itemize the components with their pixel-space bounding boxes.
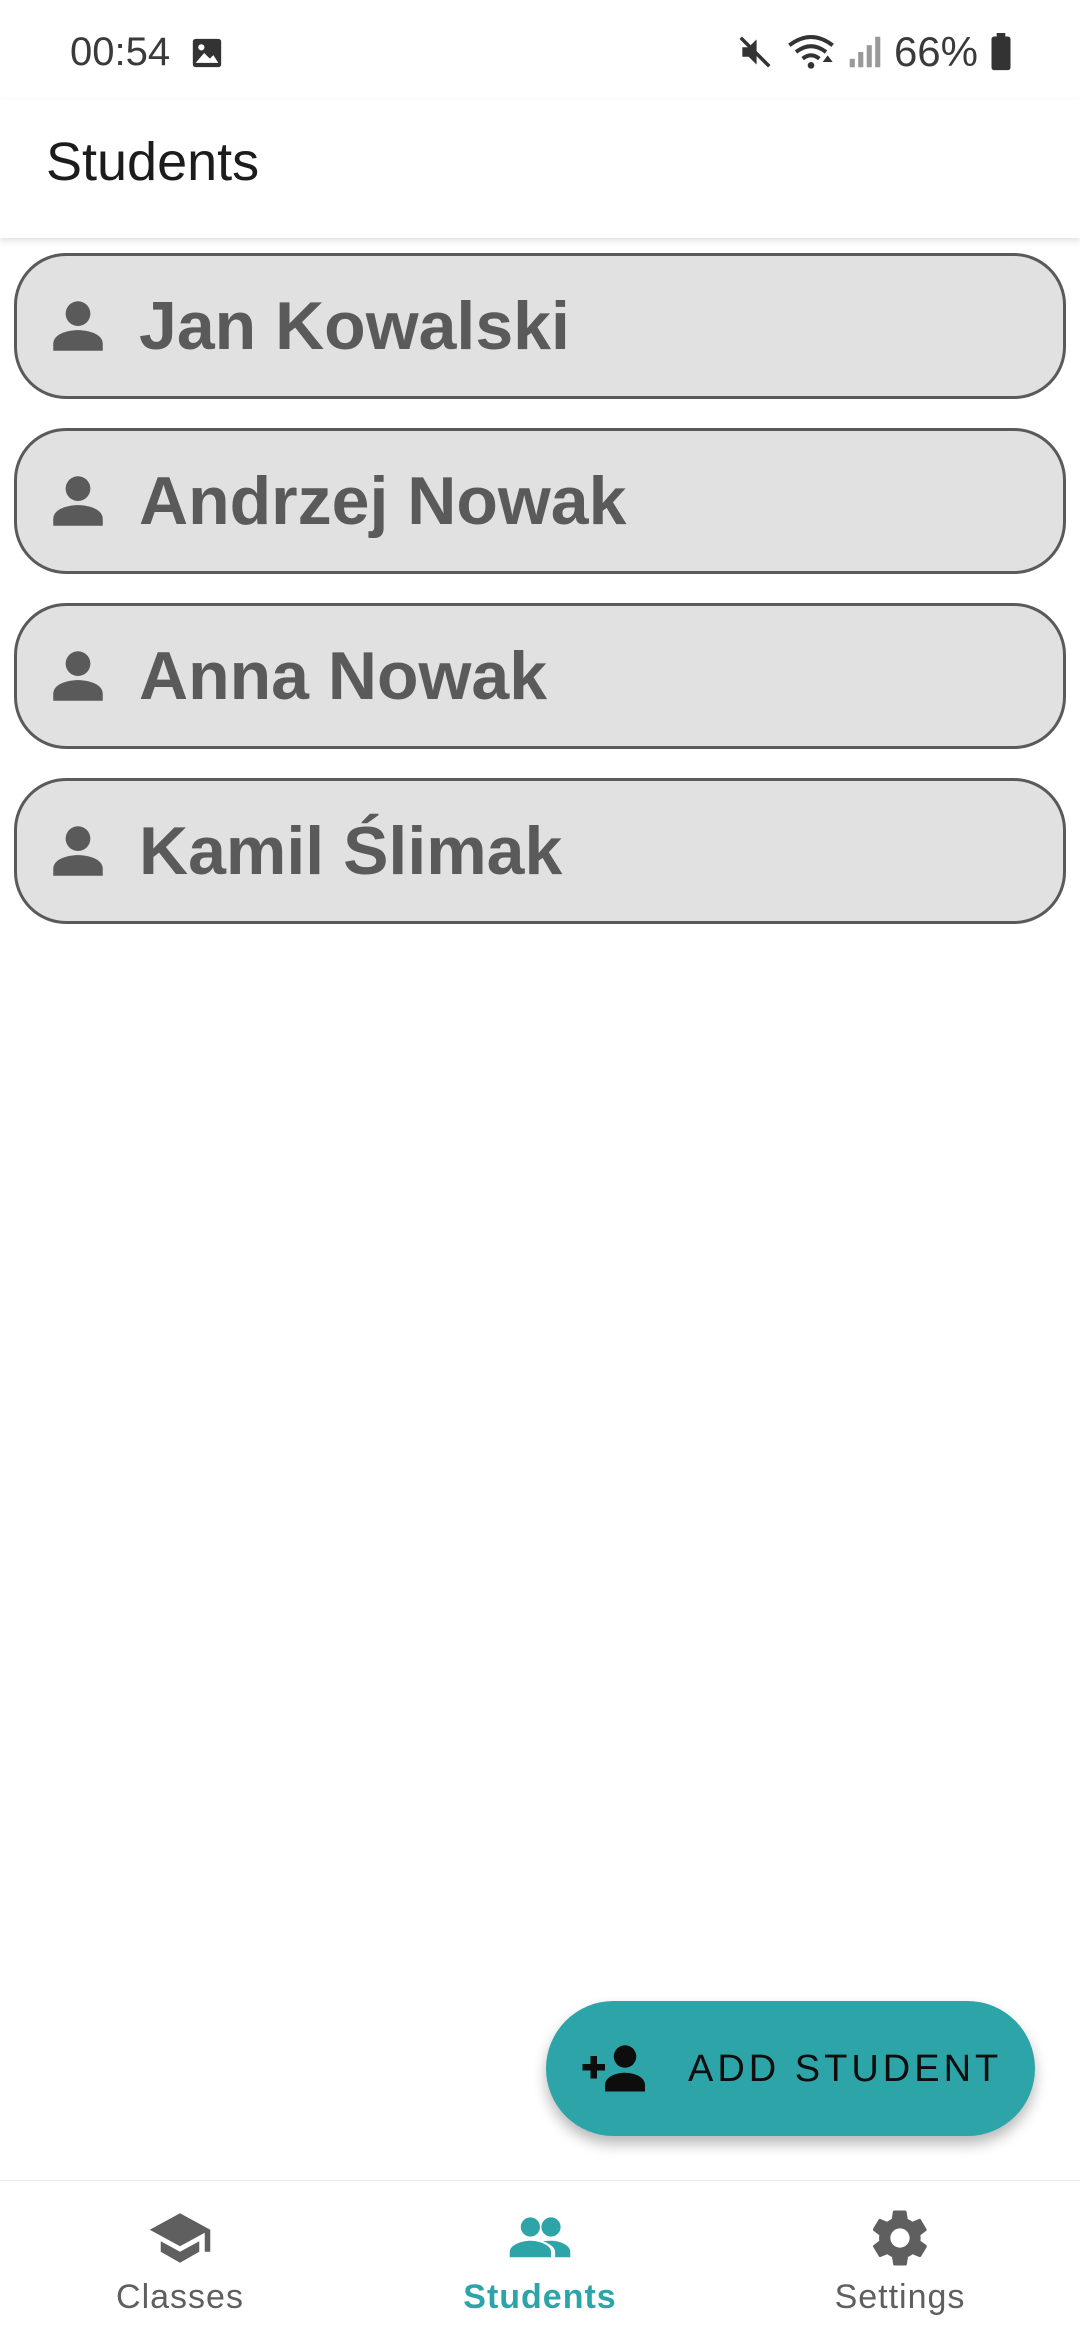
wifi-icon <box>788 35 834 69</box>
people-icon <box>509 2217 571 2258</box>
bottom-navigation: Classes Students Settings <box>0 2180 1080 2340</box>
nav-label-settings: Settings <box>834 2278 966 2316</box>
battery-percentage: 66% <box>893 28 978 75</box>
screen: 00:54 66% Students Jan Kowalski Andrzej … <box>0 0 1080 2340</box>
school-icon <box>149 2213 211 2263</box>
student-list: Jan Kowalski Andrzej Nowak Anna Nowak Ka… <box>14 253 1066 953</box>
person-icon <box>53 301 103 351</box>
signal-icon <box>849 36 881 68</box>
add-student-button[interactable]: ADD STUDENT <box>546 2001 1035 2136</box>
nav-item-settings[interactable]: Settings <box>720 2181 1080 2340</box>
page-title: Students <box>46 132 260 192</box>
student-list-item[interactable]: Kamil Ślimak <box>14 778 1066 924</box>
person-icon <box>53 826 103 876</box>
student-list-item[interactable]: Jan Kowalski <box>14 253 1066 399</box>
status-time: 00:54 <box>70 30 171 74</box>
student-name: Andrzej Nowak <box>139 463 627 539</box>
student-name: Anna Nowak <box>139 638 548 714</box>
battery-icon <box>991 33 1011 71</box>
nav-label-classes: Classes <box>116 2278 244 2316</box>
person-icon <box>53 476 103 526</box>
student-name: Jan Kowalski <box>139 288 570 364</box>
gear-icon <box>872 2210 927 2266</box>
add-student-label: ADD STUDENT <box>688 2047 1003 2090</box>
status-icons: 66% <box>736 26 1012 78</box>
student-list-item[interactable]: Andrzej Nowak <box>14 428 1066 574</box>
app-bar: Students <box>0 100 1080 238</box>
gallery-icon <box>192 38 222 68</box>
mute-icon <box>739 36 771 68</box>
person-icon <box>53 651 103 701</box>
nav-item-students[interactable]: Students <box>360 2181 720 2340</box>
student-name: Kamil Ślimak <box>139 813 563 889</box>
nav-item-classes[interactable]: Classes <box>0 2181 360 2340</box>
status-bar: 00:54 66% <box>0 0 1080 100</box>
student-list-item[interactable]: Anna Nowak <box>14 603 1066 749</box>
nav-label-students: Students <box>463 2278 617 2316</box>
person-add-icon <box>582 2044 645 2091</box>
